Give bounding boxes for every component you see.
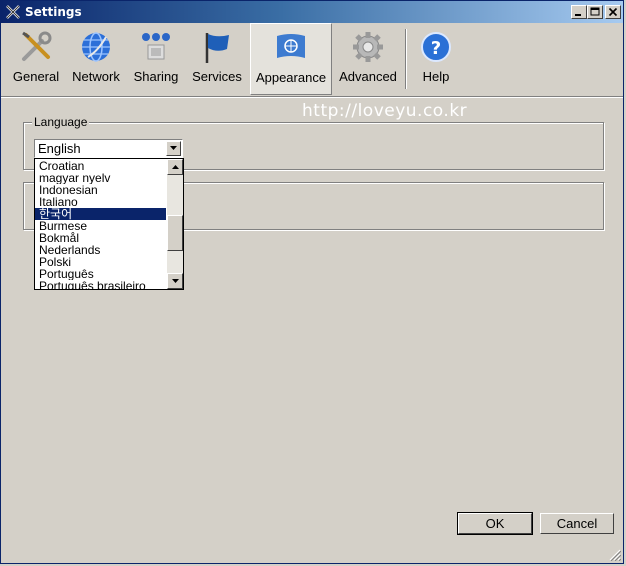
gear-icon	[353, 32, 383, 62]
tab-label: Appearance	[255, 70, 327, 85]
tab-sharing[interactable]: Sharing	[127, 23, 185, 95]
list-item[interactable]: Português brasileiro	[35, 280, 166, 289]
language-select-dropdown-button[interactable]	[166, 141, 181, 156]
network-globe-icon	[82, 32, 110, 62]
tab-label: Network	[72, 69, 120, 84]
ok-button[interactable]: OK	[457, 512, 533, 535]
title-bar[interactable]: Settings	[1, 1, 623, 23]
cancel-button[interactable]: Cancel	[540, 513, 614, 534]
sharing-icon	[142, 33, 170, 60]
maximize-icon	[590, 7, 600, 16]
arrow-up-icon	[172, 165, 179, 169]
un-flag-icon	[277, 34, 305, 58]
list-item[interactable]: Italiano	[35, 196, 166, 208]
tab-label: Help	[422, 69, 450, 84]
scroll-down-button[interactable]	[167, 273, 183, 289]
list-item[interactable]: Polski	[35, 256, 166, 268]
minimize-icon	[575, 14, 581, 16]
toolbar-separator	[405, 29, 407, 89]
tab-advanced[interactable]: Advanced	[335, 23, 401, 95]
tab-general[interactable]: General	[7, 23, 65, 95]
settings-window: Settings General Network Sharing Service…	[0, 0, 624, 564]
tab-label: Sharing	[133, 69, 179, 84]
tab-label: Services	[192, 69, 242, 84]
tab-label: General	[12, 69, 60, 84]
language-dropdown-list[interactable]: Croatian magyar nyelv Indonesian Italian…	[34, 158, 184, 290]
list-item[interactable]: Português	[35, 268, 166, 280]
help-icon: ?	[421, 32, 451, 62]
minimize-button[interactable]	[571, 5, 587, 19]
language-group-legend: Language	[32, 115, 90, 129]
list-item-highlighted[interactable]: 한국어	[35, 208, 166, 220]
list-item[interactable]: Nederlands	[35, 244, 166, 256]
window-title: Settings	[25, 5, 82, 19]
scroll-up-button[interactable]	[167, 159, 183, 175]
toolbar: General Network Sharing Services Appeara…	[1, 23, 623, 95]
tab-help[interactable]: ? Help	[411, 23, 461, 95]
dropdown-scrollbar[interactable]	[167, 159, 183, 289]
close-icon	[608, 7, 618, 17]
list-item[interactable]: Indonesian	[35, 184, 166, 196]
list-item[interactable]: Croatian	[35, 160, 166, 172]
list-item[interactable]: Burmese	[35, 220, 166, 232]
close-button[interactable]	[605, 5, 621, 19]
chevron-down-icon	[170, 146, 177, 150]
app-icon	[6, 5, 20, 19]
list-item[interactable]: Bokmål	[35, 232, 166, 244]
svg-text:?: ?	[431, 38, 441, 59]
tab-label: Advanced	[339, 69, 397, 84]
language-select[interactable]: English	[34, 139, 183, 158]
language-select-value: English	[38, 141, 81, 156]
resize-grip-icon[interactable]	[609, 549, 621, 561]
maximize-button[interactable]	[587, 5, 603, 19]
list-item[interactable]: magyar nyelv	[35, 172, 166, 184]
arrow-down-icon	[172, 279, 179, 283]
tab-appearance[interactable]: Appearance	[250, 23, 332, 95]
watermark-text: http://loveyu.co.kr	[302, 101, 468, 121]
tab-network[interactable]: Network	[67, 23, 125, 95]
tools-icon	[22, 31, 52, 61]
flag-icon	[205, 33, 229, 63]
tab-services[interactable]: Services	[187, 23, 247, 95]
scroll-thumb[interactable]	[167, 215, 183, 251]
toolbar-divider	[1, 96, 623, 98]
